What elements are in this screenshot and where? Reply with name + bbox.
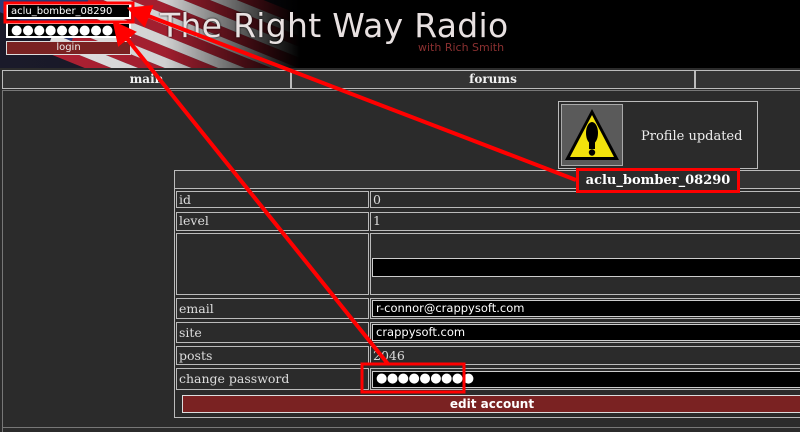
login-button[interactable]: login bbox=[6, 41, 131, 55]
email-label: email bbox=[176, 298, 369, 319]
level-value: 1 bbox=[370, 212, 800, 231]
site-field[interactable]: crappysoft.com bbox=[372, 324, 800, 341]
edit-account-button[interactable]: edit account bbox=[182, 395, 800, 413]
posts-value: 2046 bbox=[370, 346, 800, 365]
notice-text: Profile updated bbox=[641, 129, 743, 144]
signature-label bbox=[176, 233, 369, 295]
level-label: level bbox=[176, 212, 369, 231]
profile-updated-notice: Profile updated bbox=[558, 101, 758, 169]
login-form: login bbox=[6, 3, 131, 55]
signature-input[interactable] bbox=[372, 258, 800, 277]
password-input[interactable] bbox=[6, 22, 131, 38]
content-left-border bbox=[2, 90, 3, 432]
main-nav: main forums bbox=[2, 70, 800, 89]
username-callout: aclu_bomber_08290 bbox=[576, 168, 740, 193]
change-password-field[interactable]: ●●●●●●●●● bbox=[372, 371, 800, 388]
nav-item-3[interactable] bbox=[695, 70, 800, 89]
username-input[interactable] bbox=[6, 3, 131, 19]
warning-icon bbox=[565, 109, 619, 160]
nav-forums[interactable]: forums bbox=[291, 70, 695, 89]
posts-label: posts bbox=[176, 346, 369, 365]
profile-table: aclu_bomber_08290 id 0 level 1 email r-c… bbox=[174, 170, 800, 418]
id-value: 0 bbox=[370, 191, 800, 208]
id-label: id bbox=[176, 191, 369, 208]
email-field[interactable]: r-connor@crappysoft.com bbox=[372, 300, 800, 317]
nav-main[interactable]: main bbox=[2, 70, 291, 89]
content-bottom-divider bbox=[2, 427, 800, 428]
site-header: The Right Way Radio with Rich Smith logi… bbox=[0, 0, 800, 68]
site-label: site bbox=[176, 322, 369, 343]
site-title: The Right Way Radio bbox=[160, 6, 509, 45]
site-subtitle: with Rich Smith bbox=[418, 41, 505, 54]
change-password-label: change password bbox=[176, 368, 369, 390]
content-top-divider bbox=[2, 90, 800, 91]
warning-icon-box bbox=[561, 104, 623, 166]
